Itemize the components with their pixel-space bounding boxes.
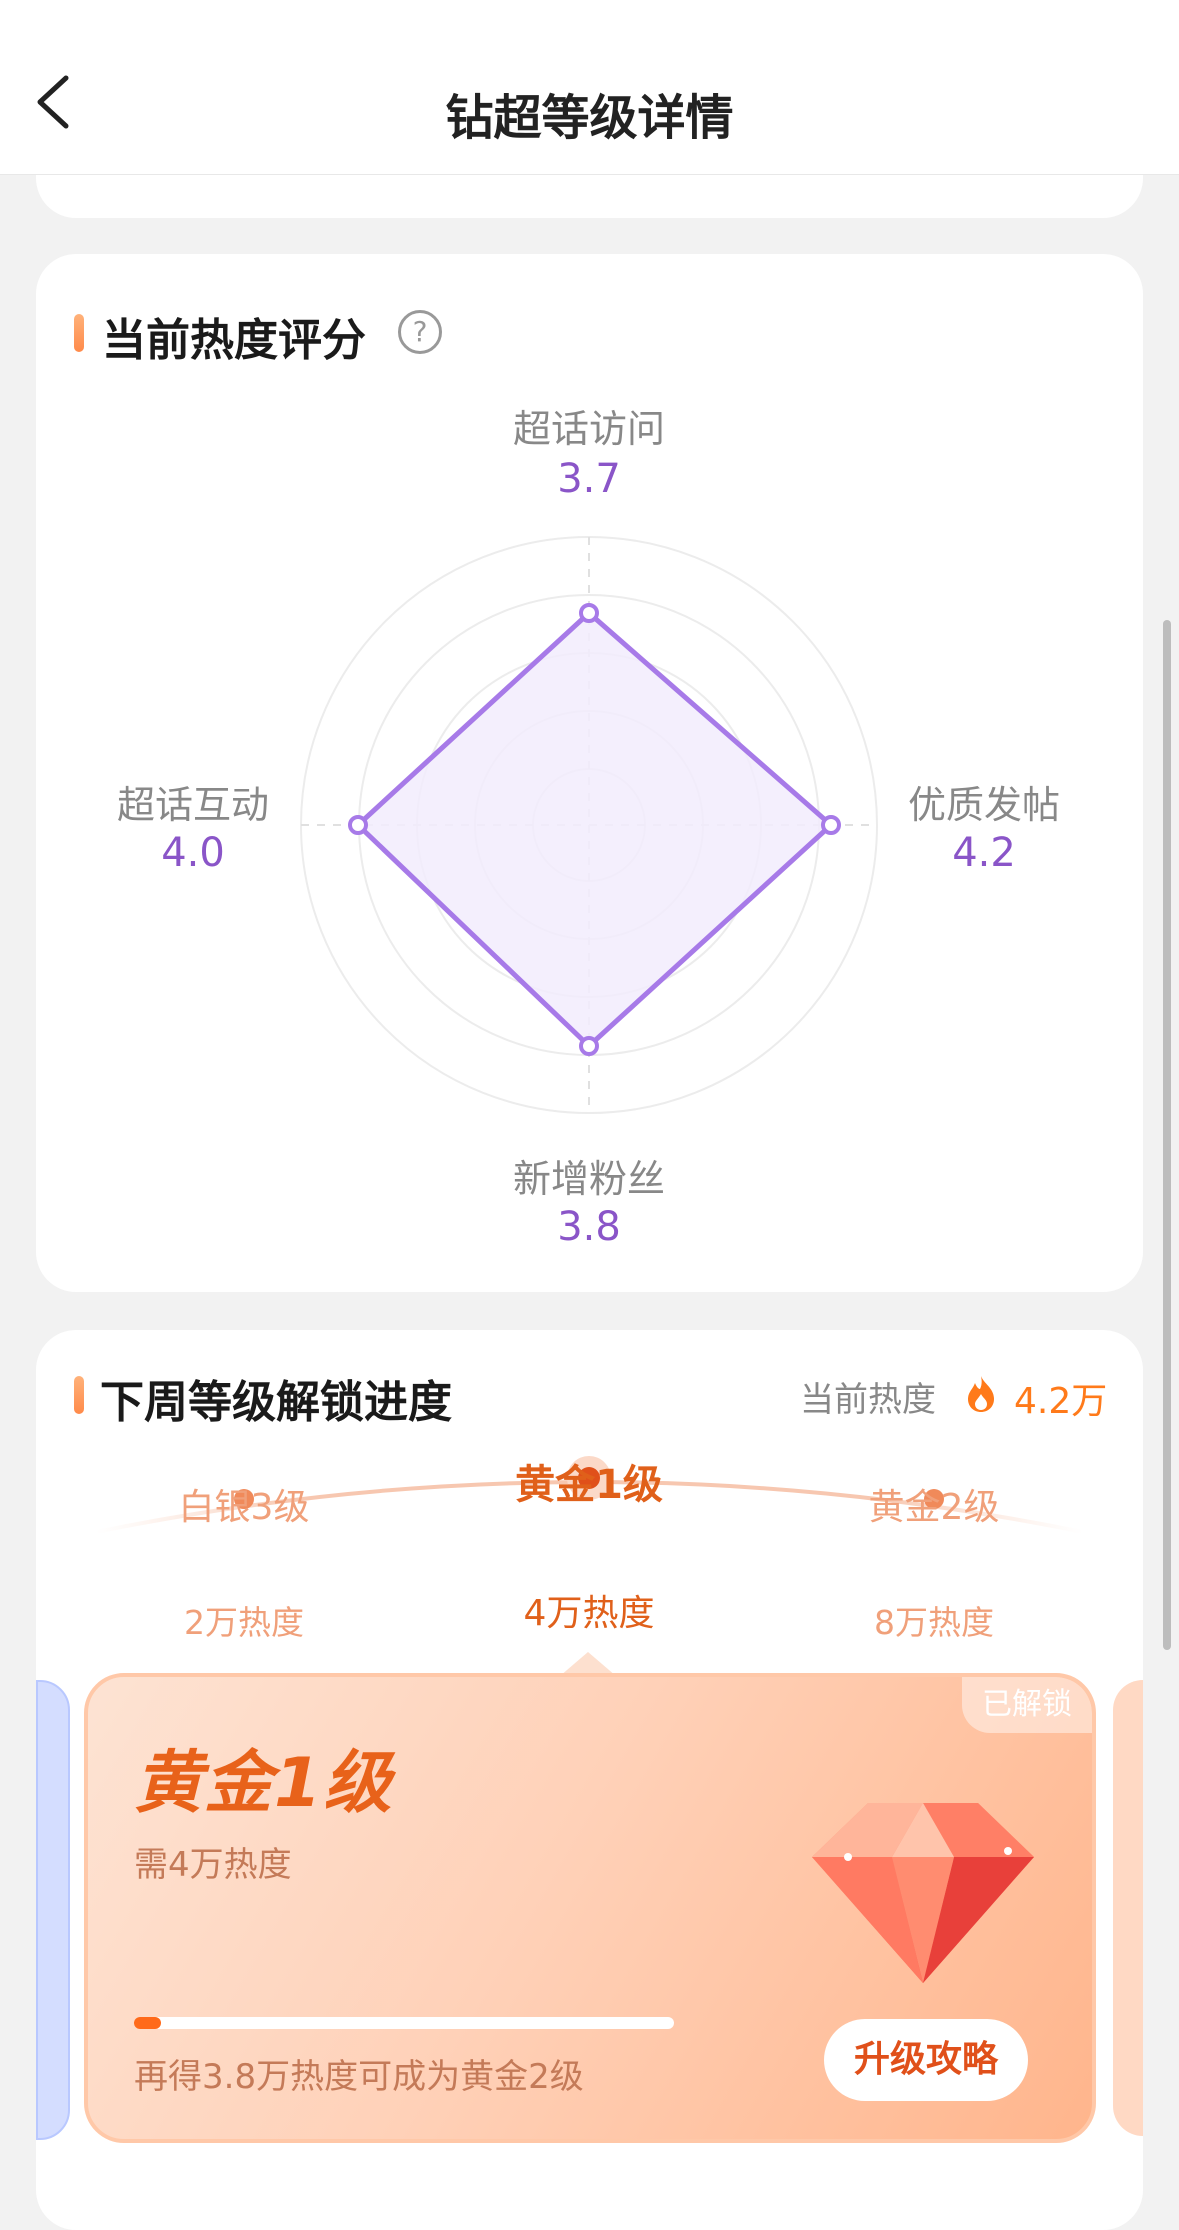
upgrade-tip: 再得3.8万热度可成为黄金2级	[134, 2057, 584, 2097]
radar-label-visit: 超话访问	[512, 407, 665, 451]
level-card-gold1[interactable]: 已解锁 黄金1级 需4万热度 再得3.8万热度可成为黄金2级 升级攻略	[84, 1673, 1096, 2143]
radar-area	[355, 610, 834, 1049]
current-heat-label: 当前热度	[800, 1380, 936, 1420]
radar-label-post: 优质发帖	[907, 783, 1060, 827]
upgrade-progress-bar	[134, 2017, 674, 2029]
radar-label-interact: 超话互动	[116, 783, 269, 827]
radar-value-post: 4.2	[952, 830, 1016, 876]
level-req-gold1: 4万热度	[523, 1593, 655, 1634]
radar-point-interact	[348, 815, 368, 835]
radar-point-fans	[579, 1036, 599, 1056]
level-name-gold1[interactable]: 黄金1级	[479, 1452, 699, 1510]
unlock-title: 下周等级解锁进度	[100, 1377, 452, 1428]
radar-value-interact: 4.0	[161, 830, 225, 876]
prev-level-card[interactable]	[36, 1680, 70, 2140]
diamond-icon	[808, 1797, 1038, 1987]
radar-value-fans: 3.8	[557, 1204, 621, 1250]
radar-point-post	[821, 815, 841, 835]
level-name-silver3[interactable]: 白银3级	[134, 1478, 354, 1530]
unlocked-badge: 已解锁	[962, 1677, 1092, 1733]
section-marker	[74, 1376, 84, 1414]
level-card-requirement: 需4万热度	[134, 1845, 292, 1885]
upgrade-guide-button[interactable]: 升级攻略	[824, 2019, 1028, 2101]
nav-bar: 钻超等级详情	[0, 0, 1179, 175]
level-req-silver3: 2万热度	[184, 1603, 304, 1642]
page-title: 钻超等级详情	[445, 90, 734, 146]
scrollbar[interactable]	[1163, 620, 1171, 1650]
fire-icon	[964, 1374, 998, 1414]
radar-point-visit	[579, 603, 599, 623]
radar-value-visit: 3.7	[557, 456, 621, 502]
upgrade-progress-fill	[134, 2017, 161, 2029]
level-req-gold2: 8万热度	[874, 1603, 994, 1642]
level-name-gold2[interactable]: 黄金2级	[824, 1478, 1044, 1530]
radar-label-fans: 新增粉丝	[512, 1157, 665, 1201]
next-level-card[interactable]	[1113, 1680, 1143, 2136]
current-heat-value: 4.2万	[1014, 1381, 1108, 1422]
heat-score-card: 当前热度评分 ? 超话访问 3.7 优质发帖 4.2 新增粉丝 3.8 超话互动…	[36, 254, 1143, 1292]
level-card-title: 黄金1级	[134, 1744, 394, 1823]
